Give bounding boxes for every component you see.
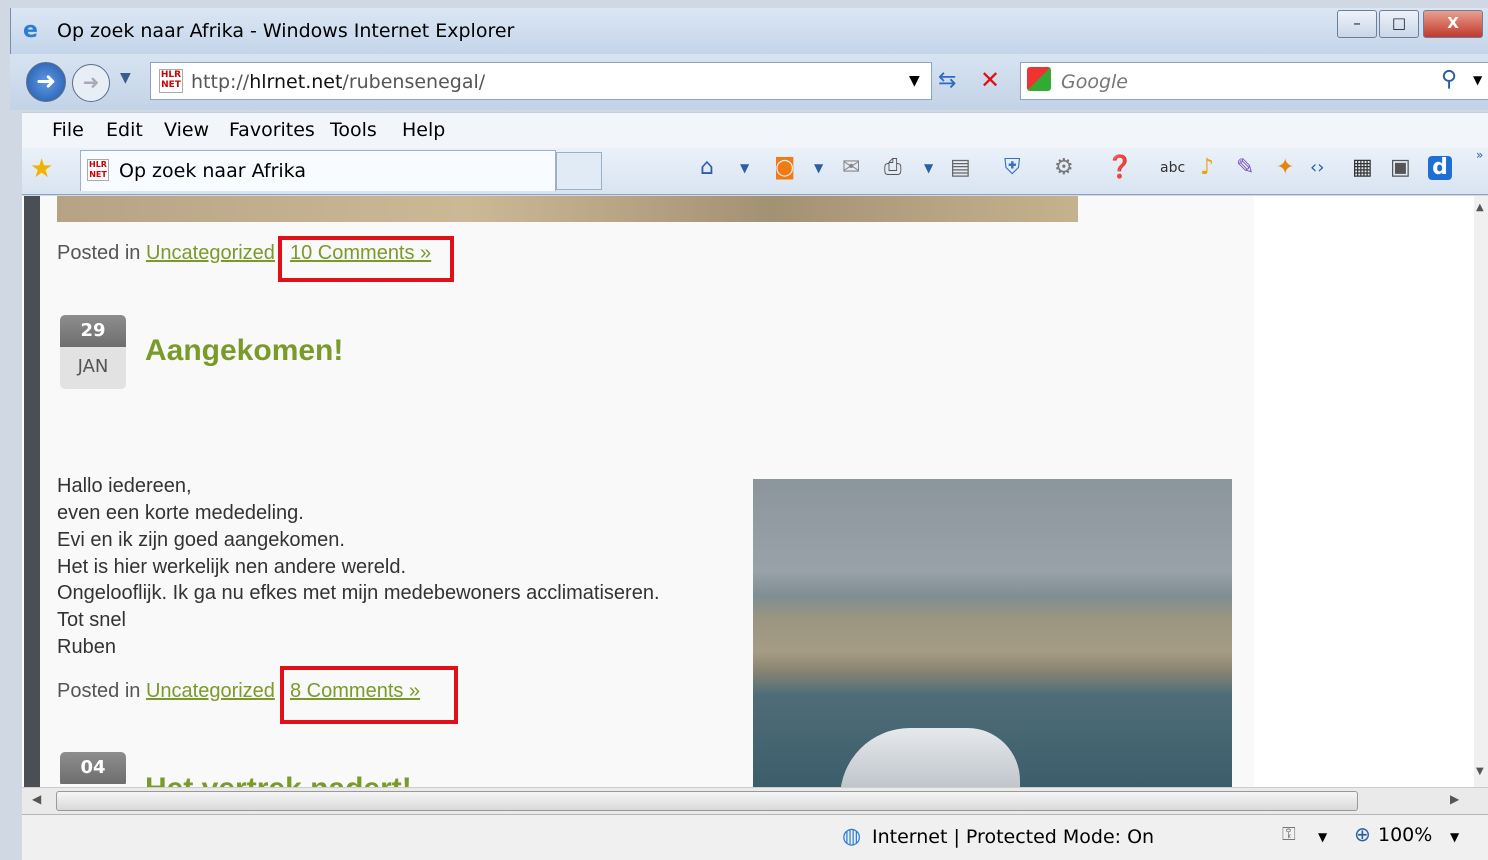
horizontal-scroll-thumb[interactable]	[56, 791, 1358, 811]
toolbar-overflow-icon[interactable]: »	[1476, 148, 1483, 162]
scroll-down-icon[interactable]: ▼	[1476, 766, 1484, 777]
spellcheck-icon[interactable]: abc	[1160, 156, 1185, 180]
posted-in-label: Posted in	[57, 242, 141, 264]
source-icon[interactable]: ‹›	[1310, 156, 1324, 180]
comments-link[interactable]: 8 Comments »	[290, 680, 420, 703]
scroll-left-icon[interactable]: ◀	[32, 792, 41, 806]
feeds-dropdown-icon[interactable]: ▼	[814, 156, 823, 180]
post-month: JAN	[60, 347, 126, 389]
recent-pages-dropdown-icon[interactable]: ▼	[120, 70, 131, 86]
search-placeholder: Google	[1061, 71, 1129, 93]
post-meta: Posted in Uncategorized	[57, 242, 275, 265]
vertical-scrollbar[interactable]: ▲ ▼	[1474, 196, 1488, 787]
tools-gear-icon[interactable]: ⚙	[1054, 156, 1074, 180]
site-favicon-icon: HLR NET	[159, 69, 183, 93]
title-bar: e Op zoek naar Afrika - Windows Internet…	[10, 8, 1488, 54]
google-logo-icon	[1027, 67, 1051, 91]
menu-bar: File Edit View Favorites Tools Help	[22, 112, 1488, 149]
home-icon[interactable]: ⌂	[700, 156, 714, 180]
post-date-badge: 29 JAN	[60, 315, 126, 389]
mail-icon[interactable]: ✉	[842, 156, 860, 180]
scroll-up-icon[interactable]: ▲	[1476, 202, 1484, 213]
feeds-icon[interactable]: ◙	[774, 156, 795, 180]
posted-in-label: Posted in	[57, 680, 141, 702]
search-options-icon[interactable]: ▼	[1473, 73, 1482, 87]
menu-file[interactable]: File	[52, 119, 84, 141]
page-left-border	[24, 196, 40, 787]
post-title[interactable]: Het vertrek nadert!	[145, 772, 445, 787]
menu-favorites[interactable]: Favorites	[229, 119, 315, 141]
addon-icon[interactable]: ✦	[1276, 156, 1294, 180]
new-tab-button[interactable]	[556, 152, 602, 190]
delicious-icon[interactable]: d	[1428, 156, 1452, 180]
post-date-badge: 04	[60, 752, 126, 787]
category-link[interactable]: Uncategorized	[146, 680, 275, 702]
post-body-line: even een korte mededeling.	[57, 502, 304, 524]
tab-active[interactable]: HLR NET Op zoek naar Afrika	[80, 150, 556, 191]
status-bar	[22, 814, 1488, 860]
popup-blocker-icon[interactable]: ⚿	[1282, 824, 1296, 845]
post-meta: Posted in Uncategorized	[57, 680, 275, 703]
qr-icon[interactable]: ▦	[1352, 156, 1373, 180]
security-zone-status[interactable]: Internet | Protected Mode: On	[872, 826, 1154, 848]
print-dropdown-icon[interactable]: ▼	[924, 156, 933, 180]
ie-logo-icon: e	[23, 18, 38, 43]
help-icon[interactable]: ❓	[1106, 156, 1133, 180]
menu-view[interactable]: View	[164, 119, 209, 141]
post-title[interactable]: Aangekomen!	[145, 334, 343, 368]
search-icon[interactable]: ⚲	[1441, 67, 1457, 92]
scroll-right-icon[interactable]: ▶	[1450, 792, 1459, 806]
safety-icon[interactable]: ⛨	[1004, 156, 1021, 180]
home-dropdown-icon[interactable]: ▼	[740, 156, 749, 180]
zoom-level[interactable]: 100%	[1378, 824, 1432, 846]
print-icon[interactable]: ⎙	[884, 156, 902, 180]
favorites-star-icon[interactable]: ★	[30, 154, 53, 184]
maximize-button[interactable]: □	[1379, 10, 1419, 38]
internet-globe-icon: ◍	[842, 824, 862, 849]
translate-icon[interactable]: ✎	[1236, 156, 1254, 180]
post-day: 04	[60, 752, 126, 784]
research-icon[interactable]: ♪	[1200, 156, 1214, 180]
stop-icon[interactable]: ✕	[980, 66, 1000, 94]
menu-help[interactable]: Help	[402, 119, 445, 141]
post-title-clip: Het vertrek nadert!	[145, 772, 445, 787]
previous-post-image	[57, 196, 1078, 222]
post-body-line: Ruben	[57, 636, 116, 658]
minimize-button[interactable]: –	[1337, 10, 1377, 38]
post-body-line: Evi en ik zijn goed aangekomen.	[57, 529, 345, 551]
window-title: Op zoek naar Afrika - Windows Internet E…	[57, 20, 515, 42]
address-dropdown-icon[interactable]: ▼	[909, 73, 920, 89]
comments-link[interactable]: 10 Comments »	[290, 242, 431, 265]
menu-edit[interactable]: Edit	[106, 119, 143, 141]
post-body-line: Het is hier werkelijk nen andere wereld.	[57, 556, 407, 578]
research-book-icon[interactable]: ▣	[1390, 156, 1411, 180]
popup-dropdown-icon[interactable]: ▼	[1318, 830, 1327, 844]
address-bar[interactable]: HLR NET http://hlrnet.net/rubensenegal/ …	[150, 62, 932, 100]
forward-button[interactable]: ➜	[72, 64, 110, 102]
post-body-line: Tot snel	[57, 609, 126, 631]
post-day: 29	[60, 315, 126, 347]
post-body-line: Hallo iedereen,	[57, 475, 192, 497]
address-url: http://hlrnet.net/rubensenegal/	[191, 71, 486, 93]
category-link[interactable]: Uncategorized	[146, 242, 275, 264]
search-box[interactable]: Google ⚲ ▼	[1020, 62, 1488, 100]
page-icon[interactable]: ▤	[950, 156, 971, 180]
zoom-icon[interactable]: ⊕	[1354, 822, 1371, 846]
menu-tools[interactable]: Tools	[330, 119, 377, 141]
back-button[interactable]: ➜	[26, 62, 66, 102]
post-body-line: Ongelooflijk. Ik ga nu efkes met mijn me…	[57, 582, 660, 604]
tab-title: Op zoek naar Afrika	[119, 160, 306, 182]
close-button[interactable]: X	[1423, 10, 1483, 38]
tab-favicon-icon: HLR NET	[87, 159, 109, 181]
refresh-icon[interactable]: ⇆	[938, 68, 956, 93]
zoom-dropdown-icon[interactable]: ▼	[1450, 830, 1459, 844]
